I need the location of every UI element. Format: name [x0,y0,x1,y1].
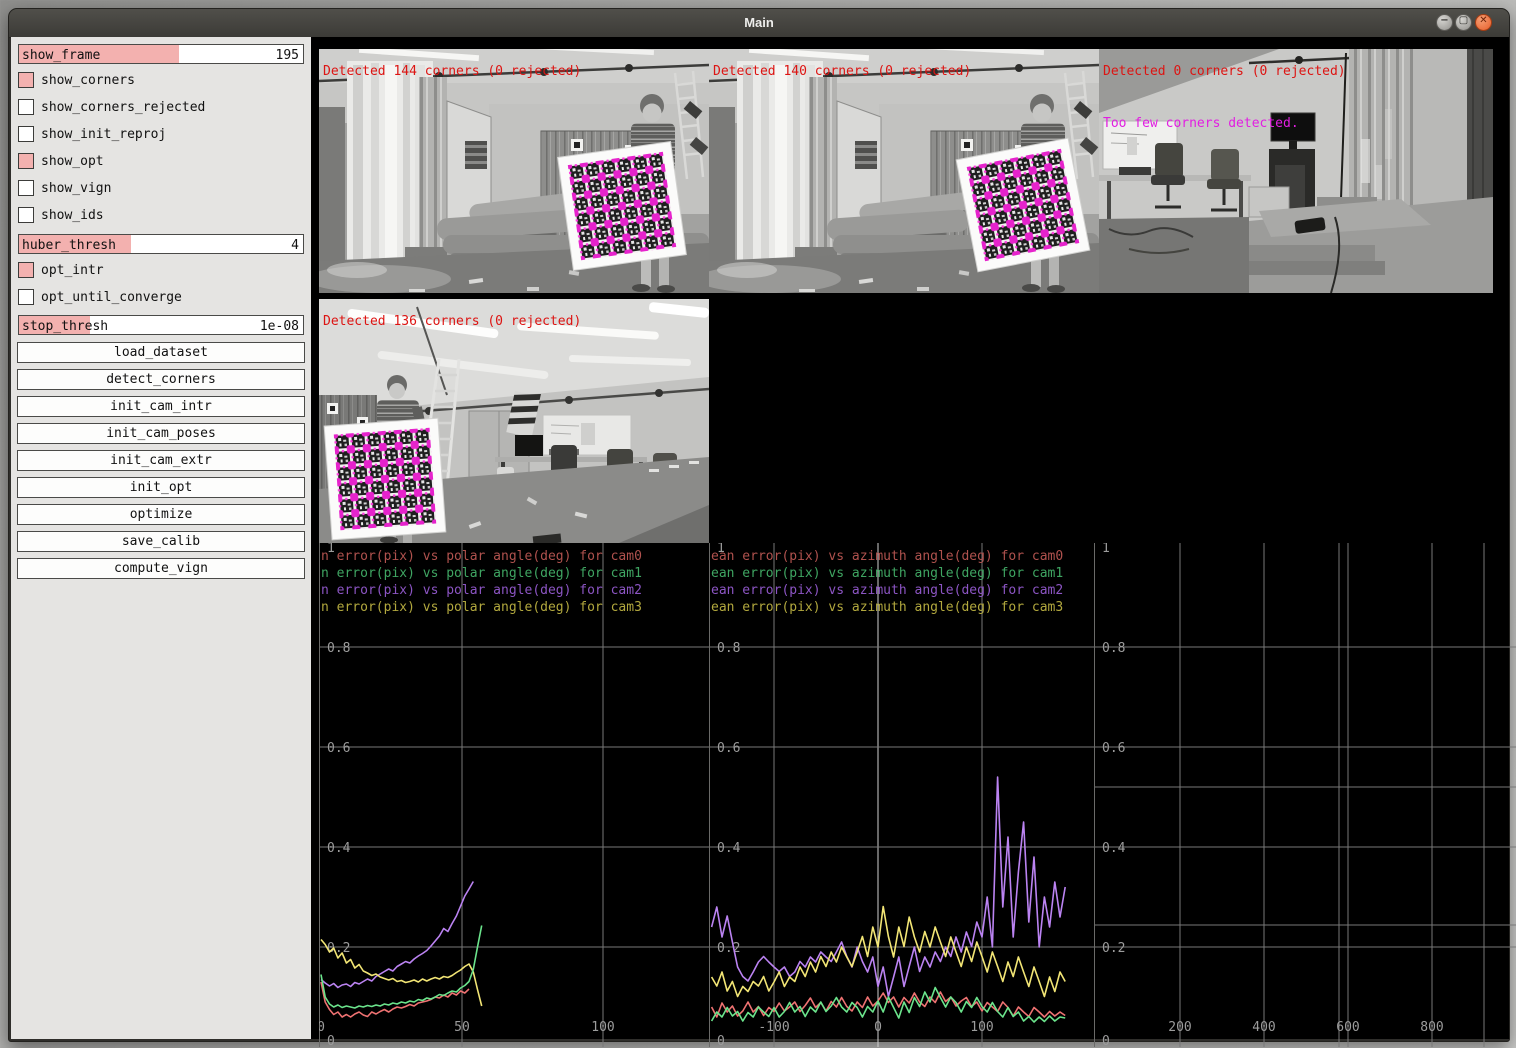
checkbox-label: show_corners [41,73,135,88]
svg-text:0.6: 0.6 [717,741,740,756]
calibration-board [956,138,1090,272]
checkbox-label: show_corners_rejected [41,100,205,115]
maximize-button[interactable]: ▢ [1455,14,1472,31]
init-opt-button[interactable]: init_opt [17,477,305,498]
checkbox-box[interactable] [18,262,34,278]
init-cam-intr-button[interactable]: init_cam_intr [17,396,305,417]
svg-text:ean error(pix) vs azimuth angl: ean error(pix) vs azimuth angle(deg) for… [711,600,1063,615]
calibration-board [558,142,687,271]
plot-vignetting[interactable]: 200 400 600 800 1 0.8 0.6 0.4 0.2 0 [1094,543,1516,1047]
slider-label: huber_thresh [22,238,116,253]
detection-status: Detected 140 corners (0 rejected) [713,64,971,79]
show-frame-slider[interactable]: show_frame 195 [18,44,304,64]
slider-value: 1e-08 [260,319,299,334]
camera-view-cam1[interactable]: Detected 140 corners (0 rejected) [709,49,1099,293]
slider-label: stop_thresh [22,319,108,334]
stop-thresh-slider[interactable]: stop_thresh 1e-08 [18,315,304,335]
svg-text:100: 100 [591,1020,614,1035]
plot-polar-error[interactable]: 05010010.80.60.40.20n error(pix) vs pola… [319,543,709,1047]
svg-text:0.8: 0.8 [327,641,350,656]
slider-value: 195 [276,48,299,63]
svg-text:0.4: 0.4 [327,841,351,856]
svg-text:0: 0 [874,1020,882,1035]
checkbox-box[interactable] [18,207,34,223]
checkbox-label: opt_intr [41,263,104,278]
svg-text:-100: -100 [758,1020,789,1035]
svg-text:200: 200 [1168,1020,1191,1035]
svg-text:0.2: 0.2 [327,941,350,956]
load-dataset-button[interactable]: load_dataset [17,342,305,363]
title-bar[interactable]: Main − ▢ ✕ [9,9,1509,38]
svg-text:50: 50 [454,1020,470,1035]
svg-text:0.6: 0.6 [1102,741,1125,756]
svg-text:0: 0 [1102,1034,1110,1047]
huber-thresh-slider[interactable]: huber_thresh 4 [18,234,304,254]
svg-text:0.8: 0.8 [717,641,740,656]
tall-curtain [1349,49,1413,217]
mattress-platform [1249,197,1493,293]
checkbox-box[interactable] [18,99,34,115]
checkbox-label: show_vign [41,181,111,196]
svg-text:n error(pix) vs polar angle(de: n error(pix) vs polar angle(deg) for cam… [321,549,642,564]
slider-label: show_frame [22,48,100,63]
detection-status: Detected 0 corners (0 rejected) [1103,64,1346,79]
init-cam-extr-button[interactable]: init_cam_extr [17,450,305,471]
svg-text:n error(pix) vs polar angle(de: n error(pix) vs polar angle(deg) for cam… [321,566,642,581]
checkbox-box[interactable] [18,180,34,196]
camera-view-cam0[interactable]: Detected 144 corners (0 rejected) [319,49,709,293]
svg-text:0: 0 [717,1034,725,1047]
window-title: Main [9,15,1509,30]
minimize-button[interactable]: − [1436,14,1453,31]
checkbox-box[interactable] [18,126,34,142]
dark-curtain [1467,49,1493,221]
init-cam-poses-button[interactable]: init_cam_poses [17,423,305,444]
svg-text:0.2: 0.2 [717,941,740,956]
close-button[interactable]: ✕ [1475,14,1492,31]
svg-text:ean error(pix) vs azimuth angl: ean error(pix) vs azimuth angle(deg) for… [711,583,1063,598]
plot-azimuth-error[interactable]: -100010010.80.60.40.20ean error(pix) vs … [709,543,1094,1047]
svg-text:1: 1 [1102,543,1110,556]
gl-viewport: Detected 144 corners (0 rejected) Detect… [311,37,1509,1039]
compute-vign-button[interactable]: compute_vign [17,558,305,579]
checkbox-label: show_ids [41,208,104,223]
detection-status: Detected 136 corners (0 rejected) [323,314,581,329]
slider-value: 4 [291,238,299,253]
svg-text:0.2: 0.2 [1102,941,1125,956]
svg-text:0: 0 [319,1020,325,1035]
svg-text:0.4: 0.4 [717,841,741,856]
svg-text:ean error(pix) vs azimuth angl: ean error(pix) vs azimuth angle(deg) for… [711,566,1063,581]
checkbox-box[interactable] [18,153,34,169]
svg-text:100: 100 [970,1020,993,1035]
svg-text:0: 0 [327,1034,335,1047]
svg-text:ean error(pix) vs azimuth angl: ean error(pix) vs azimuth angle(deg) for… [711,549,1063,564]
svg-text:600: 600 [1336,1020,1359,1035]
settings-panel: show_frame 195 show_corners show_corners… [11,37,311,1039]
svg-text:0.6: 0.6 [327,741,350,756]
svg-text:800: 800 [1420,1020,1443,1035]
checkbox-label: show_init_reproj [41,127,166,142]
save-calib-button[interactable]: save_calib [17,531,305,552]
camera-view-cam2[interactable]: Detected 0 corners (0 rejected) Too few … [1099,49,1493,293]
checkbox-box[interactable] [18,289,34,305]
detection-status: Detected 144 corners (0 rejected) [323,64,581,79]
svg-text:n error(pix) vs polar angle(de: n error(pix) vs polar angle(deg) for cam… [321,600,642,615]
app-window: Main − ▢ ✕ show_frame 195 show_corners s… [8,8,1510,1042]
checkbox-box[interactable] [18,72,34,88]
camera-view-cam3[interactable]: Detected 136 corners (0 rejected) [319,299,709,543]
detection-warning: Too few corners detected. [1103,116,1299,131]
svg-text:n error(pix) vs polar angle(de: n error(pix) vs polar angle(deg) for cam… [321,583,642,598]
detect-corners-button[interactable]: detect_corners [17,369,305,390]
calibration-board [324,418,446,540]
checkbox-label: show_opt [41,154,104,169]
svg-text:0.4: 0.4 [1102,841,1126,856]
checkbox-label: opt_until_converge [41,290,182,305]
svg-text:0.8: 0.8 [1102,641,1125,656]
svg-text:400: 400 [1252,1020,1275,1035]
optimize-button[interactable]: optimize [17,504,305,525]
